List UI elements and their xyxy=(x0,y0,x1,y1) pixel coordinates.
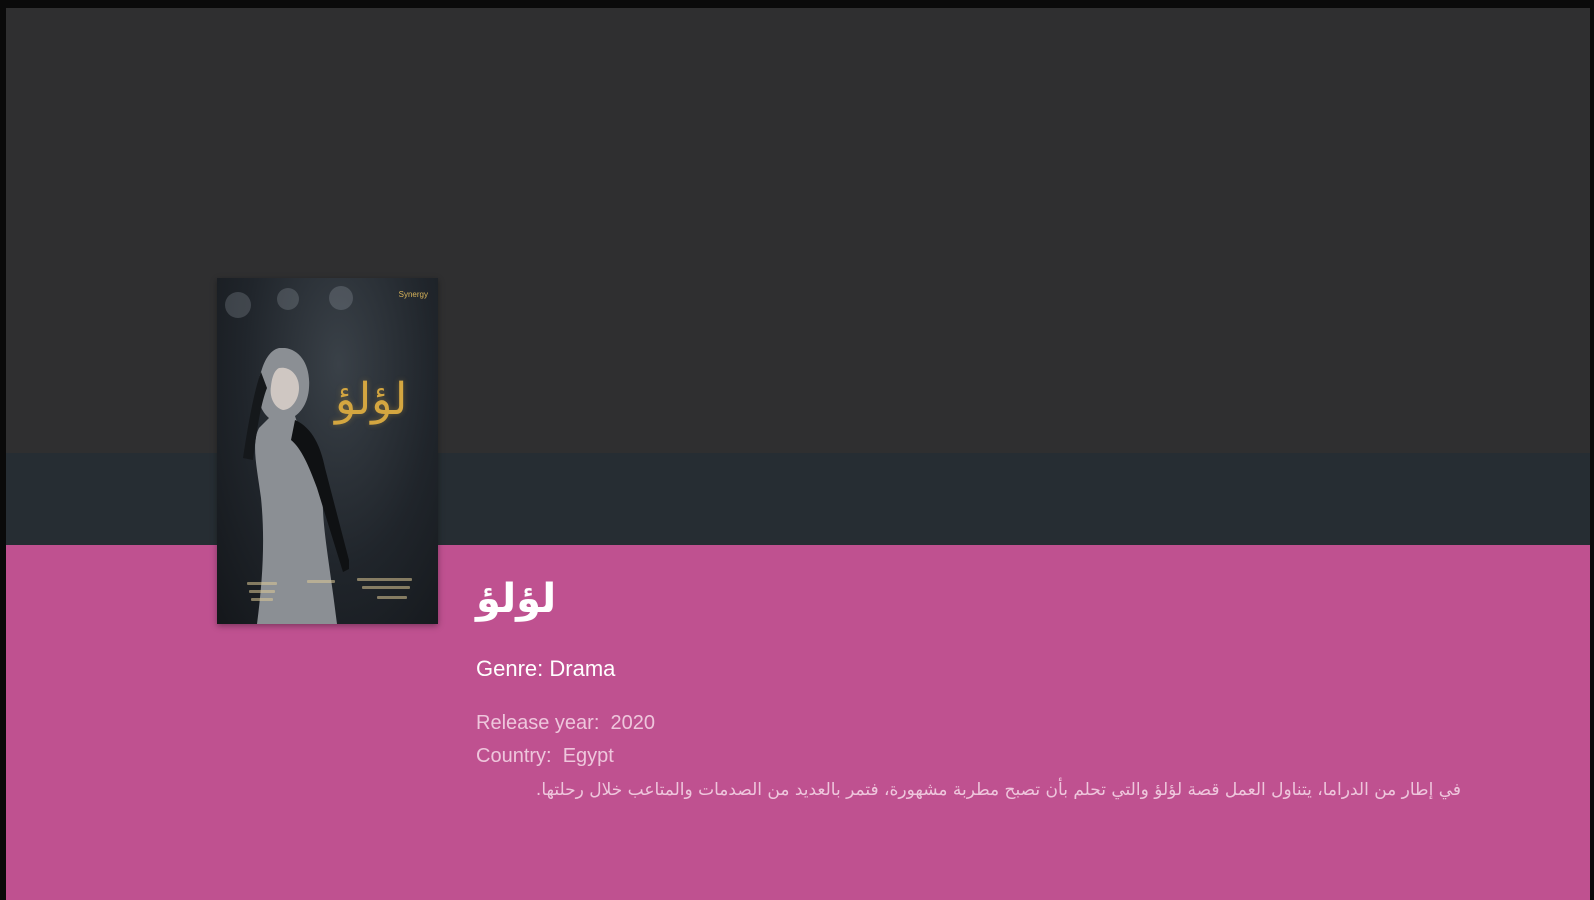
bokeh-light xyxy=(225,292,251,318)
country-value: Egypt xyxy=(562,745,614,767)
show-description: في إطار من الدراما، يتناول العمل قصة لؤل… xyxy=(535,780,1461,800)
bokeh-light xyxy=(277,288,299,310)
release-year-value: 2020 xyxy=(610,712,656,734)
details-screen: Synergy لؤلؤ لؤلؤ Genre: Drama Release y… xyxy=(6,8,1590,900)
show-title: لؤلؤ xyxy=(476,576,557,622)
country: Country: Egypt xyxy=(476,745,614,768)
bokeh-light xyxy=(329,286,353,310)
genre-label: Genre: Drama xyxy=(476,656,616,681)
poster-credits xyxy=(237,574,422,614)
release-year-label: Release year: xyxy=(476,712,600,734)
poster-title-art: لؤلؤ xyxy=(335,374,408,425)
poster-image[interactable]: Synergy لؤلؤ xyxy=(217,278,438,624)
poster-brand-logo: Synergy xyxy=(398,290,428,299)
country-label: Country: xyxy=(476,745,552,767)
release-year: Release year: 2020 xyxy=(476,712,655,735)
